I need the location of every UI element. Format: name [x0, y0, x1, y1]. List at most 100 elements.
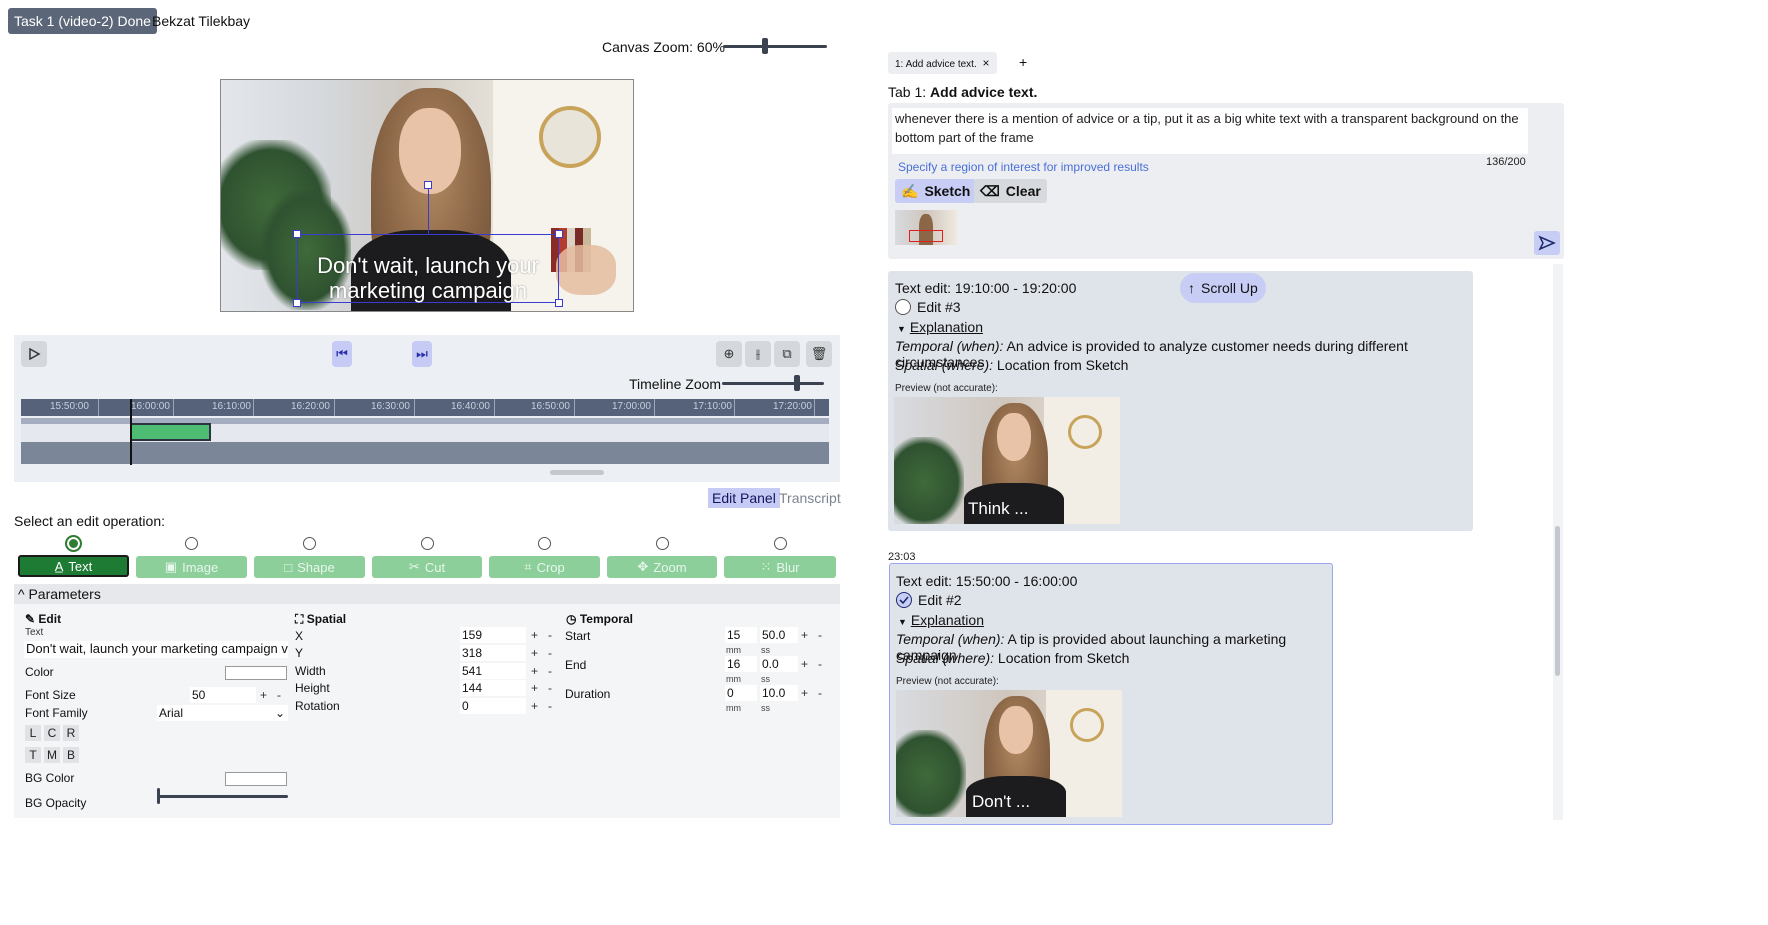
align-right-button[interactable]: R [63, 725, 79, 741]
rotation-decrement[interactable]: - [548, 699, 552, 713]
height-input[interactable]: 144 [460, 680, 526, 696]
prompt-tab-1[interactable]: 1: Add advice text. × [888, 52, 997, 74]
explanation-toggle[interactable]: ▼ Explanation [898, 612, 984, 628]
duration-mm-input[interactable]: 0 [725, 685, 757, 701]
x-increment[interactable]: + [531, 628, 538, 642]
canvas-zoom-slider-thumb[interactable] [762, 38, 768, 54]
split-button[interactable]: ⫲ [745, 341, 771, 367]
end-mm-input[interactable]: 16 [725, 656, 757, 672]
edit-select-checkbox[interactable] [896, 592, 912, 608]
op-crop-button[interactable]: ⌗ Crop [489, 556, 600, 578]
resize-handle-top-left[interactable] [293, 230, 301, 238]
x-input[interactable]: 159 [460, 627, 526, 643]
height-decrement[interactable]: - [548, 681, 552, 695]
tab-edit-panel[interactable]: Edit Panel [708, 488, 780, 508]
send-button[interactable] [1534, 231, 1560, 255]
skip-back-button[interactable]: ⏮ [332, 341, 352, 367]
duration-decrement[interactable]: - [818, 686, 822, 700]
font-size-input[interactable]: 50 [190, 687, 256, 703]
edit-select-radio[interactable] [895, 299, 911, 315]
op-shape-button[interactable]: □ Shape [254, 556, 365, 578]
color-swatch[interactable] [225, 666, 287, 680]
radio-text[interactable] [65, 535, 82, 552]
font-size-increment[interactable]: + [260, 688, 267, 702]
op-blur-button[interactable]: ⁙ Blur [724, 556, 836, 578]
y-input[interactable]: 318 [460, 645, 526, 661]
x-decrement[interactable]: - [548, 628, 552, 642]
duration-ss-input[interactable]: 10.0 [760, 685, 798, 701]
y-decrement[interactable]: - [548, 646, 552, 660]
canvas-zoom-slider[interactable] [723, 45, 827, 48]
resize-handle-top-right[interactable] [555, 230, 563, 238]
align-left-button[interactable]: L [25, 725, 41, 741]
edits-scrollbar-thumb[interactable] [1555, 526, 1560, 676]
font-family-select[interactable]: Arial ⌄ [157, 705, 288, 721]
tab-transcript[interactable]: Transcript [777, 488, 843, 508]
duration-ss-unit: ss [761, 703, 770, 713]
start-decrement[interactable]: - [818, 628, 822, 642]
height-increment[interactable]: + [531, 681, 538, 695]
width-decrement[interactable]: - [548, 664, 552, 678]
video-canvas[interactable]: Don't wait, launch your marketing campai… [220, 79, 634, 312]
overlay-text[interactable]: Don't wait, launch your marketing campai… [297, 253, 559, 303]
sketch-thumbnail[interactable] [895, 210, 957, 245]
bg-opacity-slider-thumb[interactable] [157, 788, 160, 804]
timeline-scrollbar[interactable] [550, 470, 604, 475]
task-status-badge[interactable]: Task 1 (video-2) Done [8, 8, 157, 34]
close-icon[interactable]: × [983, 56, 990, 70]
radio-cut[interactable] [421, 537, 434, 550]
start-increment[interactable]: + [801, 628, 808, 642]
duration-increment[interactable]: + [801, 686, 808, 700]
align-middle-button[interactable]: M [44, 747, 60, 763]
add-tab-button[interactable]: + [1019, 54, 1027, 70]
timeline-ruler[interactable]: 15:50:00 16:00:00 16:10:00 16:20:00 16:3… [21, 399, 829, 416]
end-ss-input[interactable]: 0.0 [760, 656, 798, 672]
op-zoom-button[interactable]: ✥ Zoom [607, 556, 717, 578]
width-input[interactable]: 541 [460, 663, 526, 679]
start-ss-input[interactable]: 50.0 [760, 627, 798, 643]
add-clip-button[interactable]: ⊕ [716, 341, 742, 367]
radio-blur[interactable] [774, 537, 787, 550]
bg-opacity-slider[interactable] [158, 795, 288, 798]
temporal-section-title: ◷ Temporal [566, 612, 633, 626]
timeline-track-audio[interactable] [21, 442, 829, 464]
timeline-zoom-slider-thumb[interactable] [794, 375, 800, 391]
text-input[interactable]: Don't wait, launch your marketing campai… [24, 641, 288, 658]
op-cut-button[interactable]: ✂ Cut [372, 556, 482, 578]
sketch-button[interactable]: ✍ Sketch [895, 179, 977, 203]
scroll-up-button[interactable]: ↑ Scroll Up [1180, 273, 1266, 303]
width-increment[interactable]: + [531, 664, 538, 678]
duplicate-button[interactable]: ⧉ [774, 341, 800, 367]
font-size-decrement[interactable]: - [277, 688, 281, 702]
parameters-header[interactable]: ^ Parameters [14, 584, 840, 604]
rotation-increment[interactable]: + [531, 699, 538, 713]
region-of-interest-link[interactable]: Specify a region of interest for improve… [898, 160, 1149, 174]
rotation-handle[interactable] [424, 181, 432, 189]
end-increment[interactable]: + [801, 657, 808, 671]
clear-button[interactable]: ⌫ Clear [974, 179, 1047, 203]
radio-shape[interactable] [303, 537, 316, 550]
rotation-input[interactable]: 0 [460, 698, 526, 714]
align-bottom-button[interactable]: B [63, 747, 79, 763]
end-decrement[interactable]: - [818, 657, 822, 671]
op-text-button[interactable]: A̲ Text [18, 555, 129, 577]
y-increment[interactable]: + [531, 646, 538, 660]
start-mm-input[interactable]: 15 [725, 627, 757, 643]
play-button[interactable] [21, 341, 47, 367]
explanation-toggle[interactable]: ▼ Explanation [897, 319, 983, 335]
op-image-button[interactable]: ▣ Image [136, 556, 247, 578]
playhead[interactable] [130, 399, 132, 465]
text-edit-clip[interactable] [130, 423, 211, 441]
align-top-button[interactable]: T [25, 747, 41, 763]
delete-button[interactable]: 🗑 [806, 341, 832, 367]
align-center-button[interactable]: C [44, 725, 60, 741]
edit-card[interactable]: Text edit: 19:10:00 - 19:20:00 Edit #3 ▼… [888, 271, 1473, 531]
edit-card[interactable]: Text edit: 15:50:00 - 16:00:00 Edit #2 ▼… [889, 563, 1333, 825]
timeline-zoom-slider[interactable] [722, 382, 824, 385]
radio-crop[interactable] [538, 537, 551, 550]
radio-image[interactable] [185, 537, 198, 550]
skip-forward-button[interactable]: ⏭ [412, 341, 432, 367]
radio-zoom[interactable] [656, 537, 669, 550]
bg-color-swatch[interactable] [225, 772, 287, 786]
prompt-textarea[interactable]: whenever there is a mention of advice or… [892, 108, 1528, 154]
